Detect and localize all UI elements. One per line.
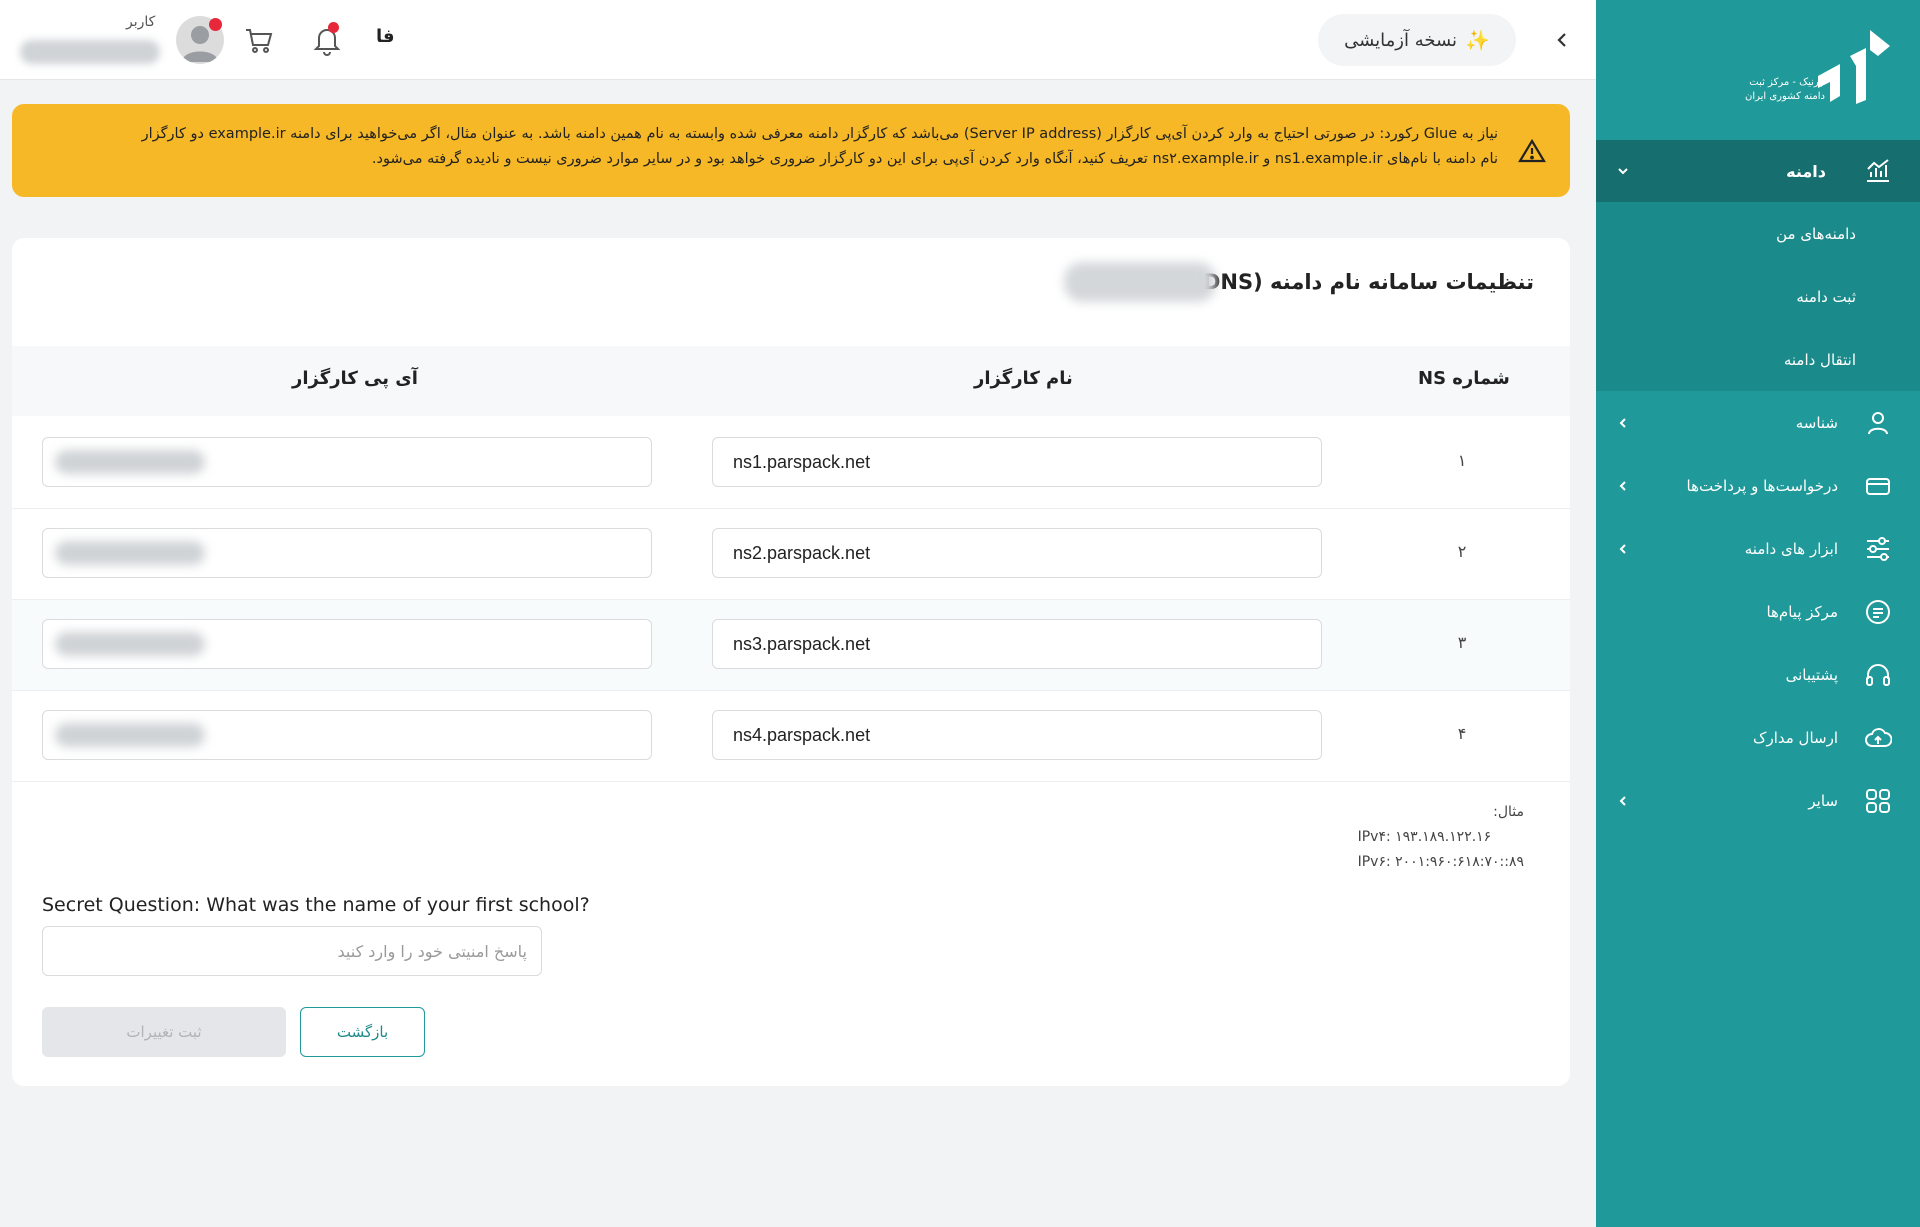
- sidebar-item-domain[interactable]: دامنه: [1596, 140, 1920, 202]
- logo-text: ایرنیک - مرکز ثبت دامنه کشوری ایران: [1744, 77, 1825, 102]
- sidebar-item-label: پشتیبانی: [1785, 665, 1838, 684]
- ns-number: ۱: [1457, 451, 1467, 470]
- logo-area: ایرنیک - مرکز ثبت دامنه کشوری ایران: [1596, 0, 1920, 140]
- sidebar-item-send-documents[interactable]: ارسال مدارک: [1596, 706, 1920, 769]
- chevron-left-icon: [1619, 543, 1626, 554]
- server-name-input[interactable]: ns3.parspack.net: [712, 619, 1322, 669]
- example-ipv6: IPv۶: ۲۰۰۱:۹۶۰:۶۱۸:۷۰::۸۹: [1357, 854, 1524, 870]
- sidebar-item-label: ارسال مدارک: [1753, 728, 1838, 747]
- warning-icon: [1518, 138, 1546, 163]
- server-name-input[interactable]: ns4.parspack.net: [712, 710, 1322, 760]
- glue-record-alert: نیاز به Glue رکورد: در صورتی احتیاج به و…: [12, 104, 1570, 197]
- chart-icon: [1867, 159, 1889, 182]
- message-icon: [1866, 599, 1890, 624]
- server-name-input[interactable]: ns2.parspack.net: [712, 528, 1322, 578]
- sparkle-icon: ✨: [1465, 28, 1490, 52]
- card-icon: [1866, 477, 1890, 495]
- secret-question-label: Secret Question: What was the name of yo…: [42, 894, 590, 916]
- sidebar-item-label: دامنه: [1786, 161, 1826, 181]
- language-switcher[interactable]: فا: [376, 26, 395, 47]
- collapse-chevron-icon[interactable]: [1552, 28, 1572, 52]
- server-ip-input[interactable]: [42, 710, 652, 760]
- secret-answer-input[interactable]: پاسخ امنیتی خود را وارد کنید: [42, 926, 542, 976]
- domain-submenu: دامنه‌های من ثبت دامنه انتقال دامنه: [1596, 202, 1920, 391]
- sidebar-item-label: درخواست‌ها و پرداخت‌ها: [1686, 476, 1838, 495]
- user-name-redacted: [20, 40, 160, 64]
- notification-dot: [328, 22, 339, 33]
- ns-number: ۴: [1457, 724, 1467, 743]
- trial-label: نسخه آزمایشی: [1344, 29, 1458, 51]
- sidebar-item-message-center[interactable]: مرکز پیام‌ها: [1596, 580, 1920, 643]
- sidebar-subitem-my-domains[interactable]: دامنه‌های من: [1596, 202, 1920, 265]
- trial-version-badge[interactable]: ✨ نسخه آزمایشی: [1318, 14, 1516, 66]
- ns-number: ۲: [1457, 542, 1467, 561]
- domain-name-redacted: [1064, 262, 1216, 302]
- page-title: تنظیمات سامانه نام دامنه (DNS): [1193, 270, 1534, 294]
- example-ipv4: IPv۴: ۱۹۳.۱۸۹.۱۲۲.۱۶: [1357, 829, 1492, 845]
- headset-icon: [1866, 663, 1890, 686]
- chevron-left-icon: [1619, 795, 1626, 806]
- chevron-left-icon: [1619, 417, 1626, 428]
- table-row: ۴ ns4.parspack.net: [12, 691, 1570, 782]
- column-header-server-name: نام کارگزار: [974, 368, 1073, 389]
- user-icon: [1868, 411, 1888, 434]
- sidebar-item-domain-tools[interactable]: ابزار های دامنه: [1596, 517, 1920, 580]
- table-row: ۲ ns2.parspack.net: [12, 509, 1570, 600]
- chevron-left-icon: [1619, 480, 1626, 491]
- sidebar: ایرنیک - مرکز ثبت دامنه کشوری ایران دامن…: [1596, 0, 1920, 1227]
- dns-settings-card: تنظیمات سامانه نام دامنه (DNS) شماره NS …: [12, 238, 1570, 1086]
- ns-number: ۳: [1457, 633, 1467, 652]
- sidebar-subitem-register-domain[interactable]: ثبت دامنه: [1596, 265, 1920, 328]
- table-row: ۱ ns1.parspack.net: [12, 418, 1570, 509]
- alert-line-2: نام دامنه با نام‌های ns1.example.ir و ns…: [371, 151, 1498, 167]
- sidebar-item-identity[interactable]: شناسه: [1596, 391, 1920, 454]
- table-header: شماره NS نام کارگزار آی پی کارگزار: [12, 346, 1570, 416]
- grid-icon: [1866, 788, 1890, 813]
- column-header-ns-number: شماره NS: [1418, 368, 1510, 389]
- cloud-upload-icon: [1865, 727, 1892, 747]
- top-bar: ✨ نسخه آزمایشی فا کاربر: [0, 0, 1596, 80]
- server-ip-input[interactable]: [42, 528, 652, 578]
- back-button[interactable]: بازگشت: [300, 1007, 425, 1057]
- sidebar-item-label: مرکز پیام‌ها: [1766, 602, 1838, 621]
- table-row: ۳ ns3.parspack.net: [12, 600, 1570, 691]
- sidebar-item-other[interactable]: سایر: [1596, 769, 1920, 832]
- sidebar-item-support[interactable]: پشتیبانی: [1596, 643, 1920, 706]
- sidebar-item-requests-payments[interactable]: درخواست‌ها و پرداخت‌ها: [1596, 454, 1920, 517]
- sliders-icon: [1867, 536, 1889, 561]
- alert-line-1: نیاز به Glue رکورد: در صورتی احتیاج به و…: [141, 126, 1498, 142]
- ip-redacted: [55, 541, 205, 565]
- sidebar-item-label: سایر: [1808, 791, 1838, 810]
- ip-redacted: [55, 723, 205, 747]
- ip-redacted: [55, 632, 205, 656]
- sidebar-item-label: ابزار های دامنه: [1744, 539, 1838, 558]
- chevron-down-icon: [1618, 168, 1628, 175]
- column-header-server-ip: آی پی کارگزار: [292, 368, 418, 389]
- ip-redacted: [55, 450, 205, 474]
- sidebar-subitem-transfer-domain[interactable]: انتقال دامنه: [1596, 328, 1920, 391]
- save-changes-button[interactable]: ثبت تغییرات: [42, 1007, 286, 1057]
- example-label: مثال:: [1493, 804, 1524, 820]
- cart-icon[interactable]: [244, 26, 274, 54]
- sidebar-item-label: شناسه: [1795, 413, 1838, 432]
- ip-example: مثال: IPv۴: ۱۹۳.۱۸۹.۱۲۲.۱۶ IPv۶: ۲۰۰۱:۹۶…: [1358, 800, 1524, 875]
- user-role-label: کاربر: [126, 14, 156, 30]
- server-ip-input[interactable]: [42, 437, 652, 487]
- server-ip-input[interactable]: [42, 619, 652, 669]
- avatar-status-dot: [209, 18, 222, 31]
- server-name-input[interactable]: ns1.parspack.net: [712, 437, 1322, 487]
